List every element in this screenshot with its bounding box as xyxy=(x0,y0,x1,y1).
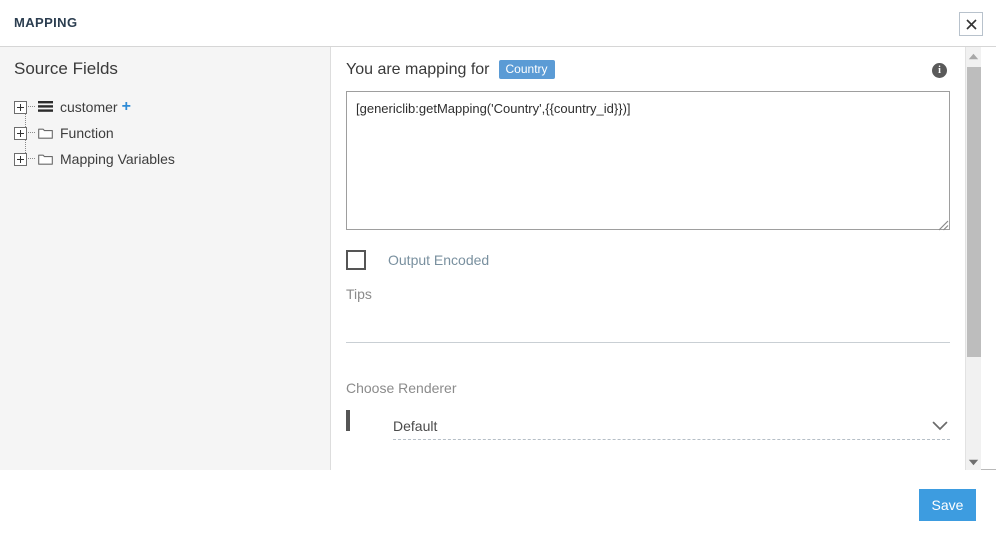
scrollbar-thumb[interactable] xyxy=(967,67,981,357)
mapping-content-pane: You are mapping for Country i Output Enc… xyxy=(331,47,965,470)
tree-item-label: customer xyxy=(60,99,118,115)
dialog-title: MAPPING xyxy=(14,15,77,30)
mapping-for-label: You are mapping for xyxy=(346,61,490,79)
chevron-down-icon xyxy=(932,418,948,436)
tree-item-function[interactable]: Function xyxy=(14,120,314,146)
source-fields-panel: Source Fields customer + xyxy=(0,47,331,470)
triangle-up-icon xyxy=(968,47,979,65)
folder-icon xyxy=(37,126,54,140)
expand-plus-icon[interactable] xyxy=(14,101,27,114)
tree-item-customer[interactable]: customer + xyxy=(14,94,314,120)
add-field-plus-icon[interactable]: + xyxy=(122,99,131,115)
scroll-up-button[interactable] xyxy=(966,47,981,64)
close-x-icon xyxy=(966,19,977,30)
tree-connector-dash xyxy=(28,106,35,108)
renderer-selected-value: Default xyxy=(393,418,437,434)
expression-textarea[interactable] xyxy=(346,91,950,230)
tree-connector-dash xyxy=(28,132,35,134)
renderer-checkbox[interactable] xyxy=(346,410,350,431)
content-scrollbar[interactable] xyxy=(965,47,981,470)
renderer-dropdown[interactable]: Default xyxy=(393,412,950,440)
renderer-row: Default xyxy=(346,412,950,440)
expand-plus-icon[interactable] xyxy=(14,153,27,166)
folder-icon xyxy=(37,152,54,166)
dataset-stack-icon xyxy=(37,100,54,114)
tree-connector-dash xyxy=(28,158,35,160)
scroll-down-button[interactable] xyxy=(966,453,981,470)
tree-item-mapping-variables[interactable]: Mapping Variables xyxy=(14,146,314,172)
close-button[interactable] xyxy=(959,12,983,36)
output-encoded-checkbox[interactable] xyxy=(346,250,366,270)
output-encoded-row: Output Encoded xyxy=(346,250,489,270)
tree-item-label: Mapping Variables xyxy=(60,151,175,167)
info-circle-icon[interactable]: i xyxy=(932,63,947,78)
section-divider xyxy=(346,342,950,343)
dialog-body: Source Fields customer + xyxy=(0,46,996,470)
save-button[interactable]: Save xyxy=(919,489,976,521)
mapping-target-badge: Country xyxy=(499,60,555,79)
dialog-footer: Save xyxy=(0,471,996,536)
output-encoded-label: Output Encoded xyxy=(388,252,489,268)
dialog-titlebar: MAPPING xyxy=(0,0,996,46)
triangle-down-icon xyxy=(968,453,979,471)
expand-plus-icon[interactable] xyxy=(14,127,27,140)
tips-label: Tips xyxy=(346,286,372,302)
tree-item-label: Function xyxy=(60,125,114,141)
mapping-for-row: You are mapping for Country i xyxy=(346,60,950,79)
choose-renderer-label: Choose Renderer xyxy=(346,380,457,396)
source-fields-tree: customer + Function xyxy=(14,94,314,172)
source-fields-title: Source Fields xyxy=(14,59,118,79)
